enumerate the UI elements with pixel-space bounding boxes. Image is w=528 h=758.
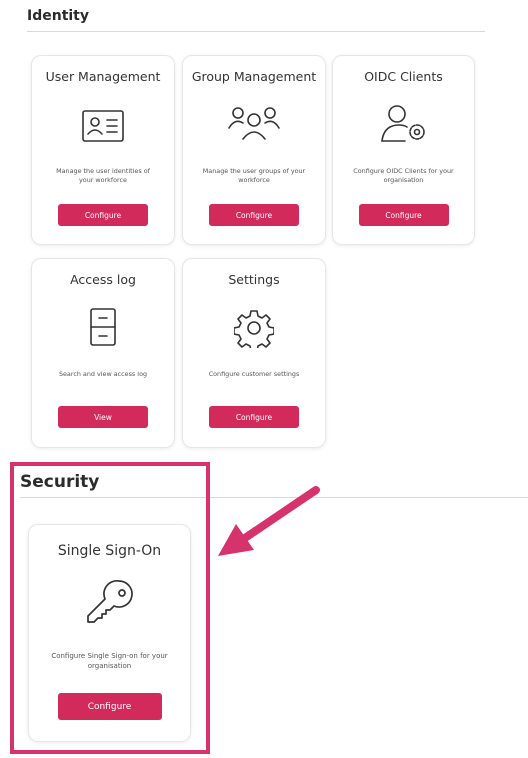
card-title: Access log [70,272,136,287]
group-management-configure-button[interactable]: Configure [209,204,299,226]
card-description: Search and view access log [58,370,148,378]
oidc-clients-configure-button[interactable]: Configure [358,204,449,226]
id-card-icon [82,110,124,142]
card-title: Single Sign-On [57,543,162,559]
identity-section-title: Identity [27,8,90,24]
annotation-arrow-icon [218,486,320,556]
card-title: User Management [45,69,161,84]
oidc-clients-card: OIDC Clients Configure OIDC Clients for … [332,55,475,245]
single-sign-on-configure-button[interactable]: Configure [57,693,162,720]
access-log-card: Access log Search and view access log Vi… [31,258,175,448]
user-management-configure-button[interactable]: Configure [58,204,148,226]
access-log-view-button[interactable]: View [58,406,148,428]
single-sign-on-card: Single Sign-On Configure Single Sign-on … [28,524,191,742]
card-title: Group Management [191,69,317,84]
card-description: Manage the user identities of your workf… [56,167,150,184]
card-title: Settings [228,272,280,287]
identity-divider [27,31,485,32]
user-settings-icon [380,105,425,142]
key-icon [86,580,133,623]
card-title: OIDC Clients [364,69,443,84]
user-management-card: User Management Manage the user identiti… [31,55,175,245]
gear-icon [234,310,274,348]
user-group-icon [228,107,280,140]
settings-configure-button[interactable]: Configure [209,406,299,428]
group-management-card: Group Management Manage the user groups … [182,55,326,245]
settings-card: Settings Configure customer settings Con… [182,258,326,448]
file-cabinet-icon [90,308,116,346]
card-description: Manage the user groups of your workforce [202,167,306,184]
card-description: Configure Single Sign-on for your organi… [51,652,168,670]
card-description: Configure customer settings [208,370,300,378]
card-description: Configure OIDC Clients for your organisa… [353,167,454,184]
